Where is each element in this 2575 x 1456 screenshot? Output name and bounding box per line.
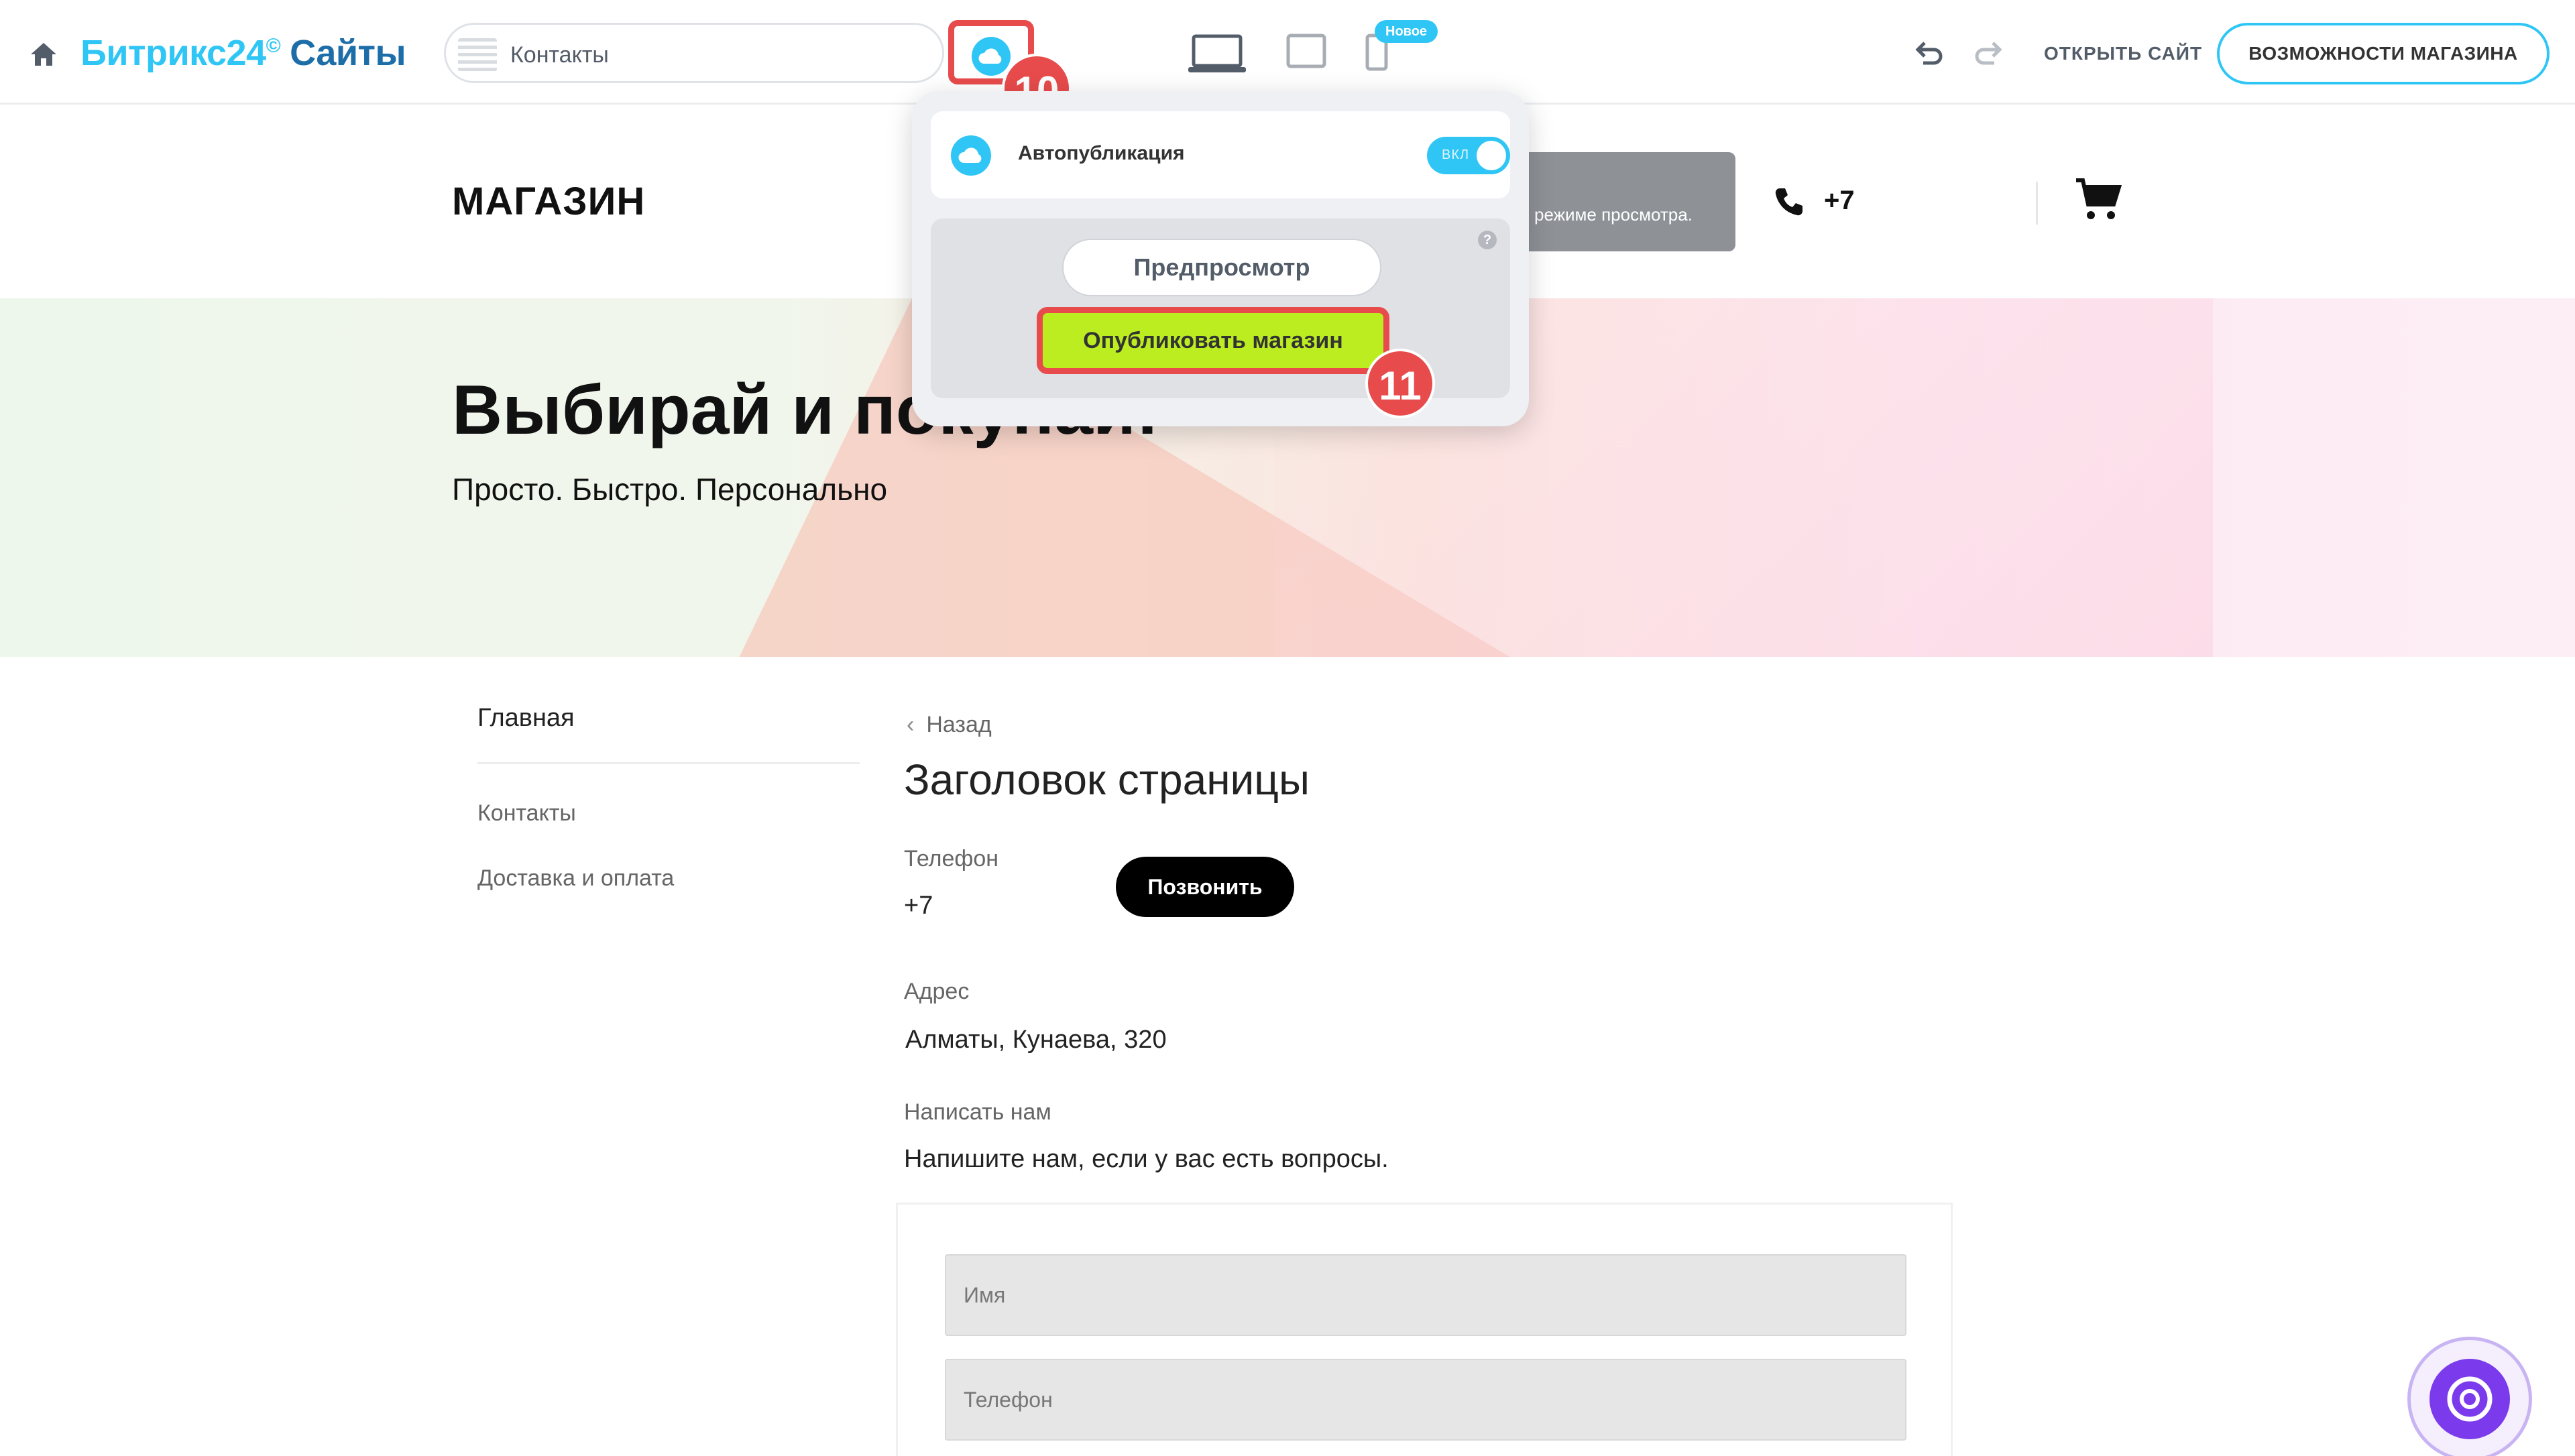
autopublish-row: Автопубликация ВКЛ [931, 111, 1510, 198]
header-divider [2036, 182, 2038, 225]
preview-tooltip-text: режиме просмотра. [1534, 204, 1693, 225]
side-menu: Главная Контакты Доставка и оплата [477, 704, 860, 892]
cloud-icon [972, 37, 1011, 76]
logo-text-b24: Битрикс24 [80, 33, 266, 73]
annotation-step-11: 11 [1365, 349, 1435, 418]
write-us-label: Написать нам [904, 1099, 1051, 1125]
page-title: Заголовок страницы [904, 755, 1310, 804]
phone-field[interactable]: Телефон [945, 1359, 1906, 1441]
toggle-knob [1477, 141, 1506, 170]
laptop-icon[interactable] [1188, 34, 1246, 74]
page-selector-label: Контакты [510, 42, 609, 68]
shop-features-button[interactable]: ВОЗМОЖНОСТИ МАГАЗИНА [2217, 23, 2550, 84]
logo-text-sites: Сайты [290, 33, 406, 73]
write-us-text: Напишите нам, если у вас есть вопросы. [904, 1145, 1389, 1173]
address-value: Алматы, Кунаева, 320 [905, 1026, 1167, 1054]
hero-subtitle: Просто. Быстро. Персонально [452, 472, 888, 507]
new-badge: Новое [1375, 20, 1438, 43]
address-label: Адрес [904, 979, 970, 1004]
undo-icon[interactable] [1914, 39, 1945, 70]
preview-tooltip: режиме просмотра. [1515, 152, 1735, 251]
assistant-button[interactable] [2407, 1337, 2532, 1456]
contact-form: Имя Телефон [896, 1203, 1953, 1456]
help-icon[interactable]: ? [1478, 231, 1497, 249]
cart-icon[interactable] [2075, 178, 2122, 222]
redo-icon[interactable] [1973, 39, 2004, 70]
call-button[interactable]: Позвонить [1116, 857, 1294, 917]
shop-name[interactable]: МАГАЗИН [452, 179, 645, 224]
publish-shop-button[interactable]: Опубликовать магазин [1037, 307, 1389, 374]
page-selector[interactable]: Контакты [444, 23, 944, 83]
phone-value: +7 [904, 892, 933, 920]
phone-label: Телефон [904, 846, 999, 871]
tablet-icon[interactable] [1286, 34, 1326, 70]
menu-item-contacts[interactable]: Контакты [477, 800, 860, 827]
cloud-icon [951, 135, 991, 176]
autopublish-toggle[interactable]: ВКЛ [1427, 137, 1510, 174]
name-field[interactable]: Имя [945, 1254, 1906, 1336]
logo-clock-icon: © [266, 35, 281, 57]
back-link-label: Назад [926, 712, 992, 737]
menu-item-delivery[interactable]: Доставка и оплата [477, 865, 860, 892]
menu-item-main[interactable]: Главная [477, 704, 860, 764]
editor-topbar: Битрикс24©Сайты Контакты 10 Новое ОТКРЫТ… [0, 0, 2575, 123]
back-link[interactable]: ‹ Назад [907, 712, 992, 738]
assistant-icon [2429, 1359, 2510, 1439]
open-site-link[interactable]: ОТКРЫТЬ САЙТ [2044, 43, 2202, 64]
phone-icon [1775, 188, 1802, 216]
chevron-left-icon: ‹ [907, 712, 915, 737]
publish-popup: Автопубликация ВКЛ ? Предпросмотр Опубли… [912, 91, 1529, 426]
header-phone[interactable]: +7 [1824, 186, 1855, 216]
home-icon[interactable] [30, 42, 58, 67]
bitrix24-sites-logo[interactable]: Битрикс24© Сайты [80, 32, 406, 74]
preview-button[interactable]: Предпросмотр [1062, 239, 1381, 296]
page-thumbnail [458, 38, 497, 72]
toggle-state: ВКЛ [1442, 147, 1470, 162]
autopublish-label: Автопубликация [1018, 142, 1185, 164]
